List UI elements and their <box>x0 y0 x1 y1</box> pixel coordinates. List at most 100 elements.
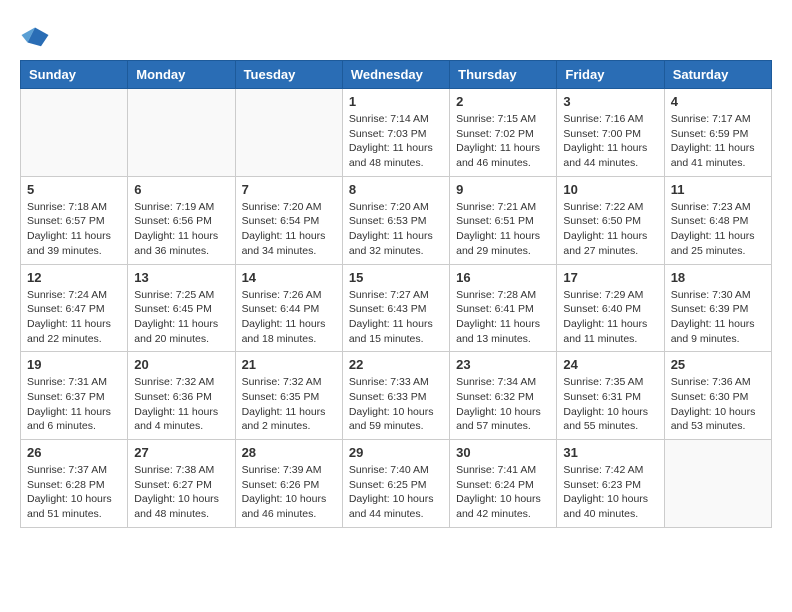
day-info: Sunrise: 7:24 AM Sunset: 6:47 PM Dayligh… <box>27 288 121 347</box>
logo-icon <box>20 20 50 50</box>
day-number: 20 <box>134 357 228 372</box>
logo <box>20 20 54 50</box>
day-number: 31 <box>563 445 657 460</box>
day-info: Sunrise: 7:33 AM Sunset: 6:33 PM Dayligh… <box>349 375 443 434</box>
day-number: 4 <box>671 94 765 109</box>
calendar-week-row: 12 Sunrise: 7:24 AM Sunset: 6:47 PM Dayli… <box>21 264 772 352</box>
day-number: 25 <box>671 357 765 372</box>
day-number: 13 <box>134 270 228 285</box>
calendar-day-cell: 4 Sunrise: 7:17 AM Sunset: 6:59 PM Daylig… <box>664 89 771 177</box>
calendar-week-row: 26 Sunrise: 7:37 AM Sunset: 6:28 PM Dayli… <box>21 440 772 528</box>
day-number: 10 <box>563 182 657 197</box>
calendar-day-cell: 21 Sunrise: 7:32 AM Sunset: 6:35 PM Dayli… <box>235 352 342 440</box>
day-number: 17 <box>563 270 657 285</box>
day-info: Sunrise: 7:26 AM Sunset: 6:44 PM Dayligh… <box>242 288 336 347</box>
calendar-day-cell: 6 Sunrise: 7:19 AM Sunset: 6:56 PM Daylig… <box>128 176 235 264</box>
day-number: 11 <box>671 182 765 197</box>
day-info: Sunrise: 7:21 AM Sunset: 6:51 PM Dayligh… <box>456 200 550 259</box>
calendar-day-cell: 13 Sunrise: 7:25 AM Sunset: 6:45 PM Dayli… <box>128 264 235 352</box>
calendar-day-cell: 17 Sunrise: 7:29 AM Sunset: 6:40 PM Dayli… <box>557 264 664 352</box>
calendar-day-cell: 29 Sunrise: 7:40 AM Sunset: 6:25 PM Dayli… <box>342 440 449 528</box>
calendar-week-row: 19Sunrise: 7:31 AM Sunset: 6:37 PM Dayli… <box>21 352 772 440</box>
calendar-day-cell: 7 Sunrise: 7:20 AM Sunset: 6:54 PM Daylig… <box>235 176 342 264</box>
day-info: Sunrise: 7:32 AM Sunset: 6:35 PM Dayligh… <box>242 375 336 434</box>
calendar-day-cell: 12 Sunrise: 7:24 AM Sunset: 6:47 PM Dayli… <box>21 264 128 352</box>
day-number: 15 <box>349 270 443 285</box>
calendar-day-cell: 26 Sunrise: 7:37 AM Sunset: 6:28 PM Dayli… <box>21 440 128 528</box>
day-number: 29 <box>349 445 443 460</box>
day-info: Sunrise: 7:39 AM Sunset: 6:26 PM Dayligh… <box>242 463 336 522</box>
day-info: Sunrise: 7:20 AM Sunset: 6:54 PM Dayligh… <box>242 200 336 259</box>
day-info: Sunrise: 7:38 AM Sunset: 6:27 PM Dayligh… <box>134 463 228 522</box>
day-number: 9 <box>456 182 550 197</box>
calendar-day-cell: 8 Sunrise: 7:20 AM Sunset: 6:53 PM Daylig… <box>342 176 449 264</box>
day-info: Sunrise: 7:37 AM Sunset: 6:28 PM Dayligh… <box>27 463 121 522</box>
calendar-day-cell <box>21 89 128 177</box>
day-of-week-header: Wednesday <box>342 61 449 89</box>
day-number: 14 <box>242 270 336 285</box>
day-number: 26 <box>27 445 121 460</box>
calendar-day-cell <box>235 89 342 177</box>
calendar-day-cell: 16 Sunrise: 7:28 AM Sunset: 6:41 PM Dayli… <box>450 264 557 352</box>
calendar-day-cell <box>128 89 235 177</box>
day-info: Sunrise: 7:32 AM Sunset: 6:36 PM Dayligh… <box>134 375 228 434</box>
day-number: 6 <box>134 182 228 197</box>
day-number: 7 <box>242 182 336 197</box>
calendar-day-cell: 20 Sunrise: 7:32 AM Sunset: 6:36 PM Dayli… <box>128 352 235 440</box>
day-number: 3 <box>563 94 657 109</box>
calendar-day-cell: 25Sunrise: 7:36 AM Sunset: 6:30 PM Dayli… <box>664 352 771 440</box>
day-info: Sunrise: 7:22 AM Sunset: 6:50 PM Dayligh… <box>563 200 657 259</box>
day-number: 8 <box>349 182 443 197</box>
day-info: Sunrise: 7:34 AM Sunset: 6:32 PM Dayligh… <box>456 375 550 434</box>
day-number: 30 <box>456 445 550 460</box>
day-info: Sunrise: 7:30 AM Sunset: 6:39 PM Dayligh… <box>671 288 765 347</box>
day-info: Sunrise: 7:29 AM Sunset: 6:40 PM Dayligh… <box>563 288 657 347</box>
day-number: 27 <box>134 445 228 460</box>
day-number: 21 <box>242 357 336 372</box>
day-number: 1 <box>349 94 443 109</box>
calendar-day-cell: 19Sunrise: 7:31 AM Sunset: 6:37 PM Dayli… <box>21 352 128 440</box>
day-number: 23 <box>456 357 550 372</box>
calendar-day-cell: 30 Sunrise: 7:41 AM Sunset: 6:24 PM Dayli… <box>450 440 557 528</box>
day-info: Sunrise: 7:28 AM Sunset: 6:41 PM Dayligh… <box>456 288 550 347</box>
calendar-day-cell: 11 Sunrise: 7:23 AM Sunset: 6:48 PM Dayli… <box>664 176 771 264</box>
day-info: Sunrise: 7:19 AM Sunset: 6:56 PM Dayligh… <box>134 200 228 259</box>
day-number: 19 <box>27 357 121 372</box>
calendar-day-cell: 1 Sunrise: 7:14 AM Sunset: 7:03 PM Daylig… <box>342 89 449 177</box>
calendar-header-row: SundayMondayTuesdayWednesdayThursdayFrid… <box>21 61 772 89</box>
day-number: 12 <box>27 270 121 285</box>
calendar-day-cell: 18 Sunrise: 7:30 AM Sunset: 6:39 PM Dayli… <box>664 264 771 352</box>
calendar-day-cell: 5 Sunrise: 7:18 AM Sunset: 6:57 PM Daylig… <box>21 176 128 264</box>
calendar-day-cell: 9 Sunrise: 7:21 AM Sunset: 6:51 PM Daylig… <box>450 176 557 264</box>
day-info: Sunrise: 7:17 AM Sunset: 6:59 PM Dayligh… <box>671 112 765 171</box>
day-info: Sunrise: 7:20 AM Sunset: 6:53 PM Dayligh… <box>349 200 443 259</box>
day-number: 2 <box>456 94 550 109</box>
day-number: 24 <box>563 357 657 372</box>
day-info: Sunrise: 7:25 AM Sunset: 6:45 PM Dayligh… <box>134 288 228 347</box>
calendar-day-cell: 22Sunrise: 7:33 AM Sunset: 6:33 PM Dayli… <box>342 352 449 440</box>
day-info: Sunrise: 7:41 AM Sunset: 6:24 PM Dayligh… <box>456 463 550 522</box>
calendar-day-cell: 28Sunrise: 7:39 AM Sunset: 6:26 PM Dayli… <box>235 440 342 528</box>
day-of-week-header: Thursday <box>450 61 557 89</box>
page-header <box>20 20 772 50</box>
calendar-day-cell: 27 Sunrise: 7:38 AM Sunset: 6:27 PM Dayli… <box>128 440 235 528</box>
calendar-table: SundayMondayTuesdayWednesdayThursdayFrid… <box>20 60 772 528</box>
calendar-day-cell: 23 Sunrise: 7:34 AM Sunset: 6:32 PM Dayli… <box>450 352 557 440</box>
calendar-week-row: 1 Sunrise: 7:14 AM Sunset: 7:03 PM Daylig… <box>21 89 772 177</box>
day-info: Sunrise: 7:42 AM Sunset: 6:23 PM Dayligh… <box>563 463 657 522</box>
day-info: Sunrise: 7:18 AM Sunset: 6:57 PM Dayligh… <box>27 200 121 259</box>
day-of-week-header: Monday <box>128 61 235 89</box>
day-number: 18 <box>671 270 765 285</box>
day-info: Sunrise: 7:35 AM Sunset: 6:31 PM Dayligh… <box>563 375 657 434</box>
day-of-week-header: Saturday <box>664 61 771 89</box>
day-number: 16 <box>456 270 550 285</box>
calendar-day-cell: 31 Sunrise: 7:42 AM Sunset: 6:23 PM Dayli… <box>557 440 664 528</box>
day-info: Sunrise: 7:40 AM Sunset: 6:25 PM Dayligh… <box>349 463 443 522</box>
day-info: Sunrise: 7:23 AM Sunset: 6:48 PM Dayligh… <box>671 200 765 259</box>
day-info: Sunrise: 7:27 AM Sunset: 6:43 PM Dayligh… <box>349 288 443 347</box>
day-of-week-header: Sunday <box>21 61 128 89</box>
calendar-day-cell <box>664 440 771 528</box>
day-info: Sunrise: 7:14 AM Sunset: 7:03 PM Dayligh… <box>349 112 443 171</box>
calendar-day-cell: 14 Sunrise: 7:26 AM Sunset: 6:44 PM Dayli… <box>235 264 342 352</box>
day-number: 5 <box>27 182 121 197</box>
